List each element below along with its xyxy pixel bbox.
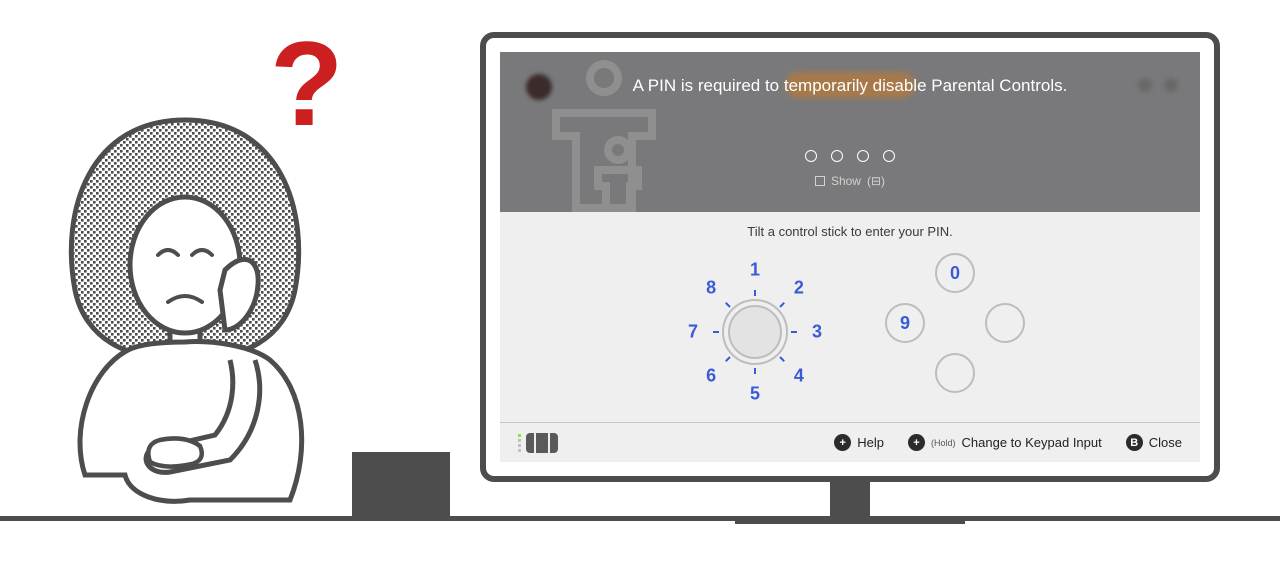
dial-number-5[interactable]: 5	[750, 384, 760, 405]
face-button-left[interactable]: 9	[885, 303, 925, 343]
close-label: Close	[1149, 435, 1182, 450]
pin-dot	[831, 150, 843, 162]
face-button-bottom[interactable]	[935, 353, 975, 393]
pin-input-panel: Tilt a control stick to enter your PIN. …	[500, 212, 1200, 462]
input-area: 1 2 3 4 5 6 7 8 0 9	[500, 247, 1200, 417]
face-button-right[interactable]	[985, 303, 1025, 343]
dial-number-6[interactable]: 6	[706, 365, 716, 386]
monitor-stand-neck	[830, 480, 870, 520]
hold-hint: (Hold)	[931, 438, 956, 448]
pin-entry-dots	[500, 150, 1200, 162]
instruction-text: Tilt a control stick to enter your PIN.	[500, 212, 1200, 239]
player-led-icon	[518, 434, 521, 452]
joycon-grip-icon	[536, 433, 548, 453]
confused-person-illustration: ?	[30, 30, 350, 520]
monitor-stand-base	[735, 520, 965, 524]
dial-number-2[interactable]: 2	[794, 278, 804, 299]
change-input-label: Change to Keypad Input	[962, 435, 1102, 450]
dial-number-1[interactable]: 1	[750, 260, 760, 281]
monitor-bezel: A PIN is required to temporarily disable…	[480, 32, 1220, 482]
dial-tick	[754, 290, 756, 296]
monitor: A PIN is required to temporarily disable…	[480, 32, 1220, 524]
show-hint: (⊟)	[867, 174, 885, 188]
pin-prompt-title: A PIN is required to temporarily disable…	[500, 52, 1200, 96]
dial-tick	[725, 302, 731, 308]
dial-tick	[754, 368, 756, 374]
show-label: Show	[831, 174, 861, 188]
change-input-button[interactable]: + (Hold) Change to Keypad Input	[908, 434, 1102, 451]
dial-tick	[725, 357, 731, 363]
help-label: Help	[857, 435, 884, 450]
close-button[interactable]: B Close	[1126, 434, 1182, 451]
controller-indicator	[518, 433, 558, 453]
b-button-icon: B	[1126, 434, 1143, 451]
dial-number-4[interactable]: 4	[794, 365, 804, 386]
control-stick-dial[interactable]: 1 2 3 4 5 6 7 8	[670, 247, 840, 417]
face-buttons: 0 9	[880, 253, 1030, 403]
dial-number-8[interactable]: 8	[706, 278, 716, 299]
pin-dot	[883, 150, 895, 162]
dial-tick	[791, 331, 797, 333]
pin-dot	[805, 150, 817, 162]
dial-tick	[780, 302, 786, 308]
question-mark-icon: ?	[270, 15, 343, 153]
footer-bar: + Help + (Hold) Change to Keypad Input B…	[500, 422, 1200, 462]
joycon-right-icon	[550, 433, 558, 453]
face-button-top[interactable]: 0	[935, 253, 975, 293]
screen-content: A PIN is required to temporarily disable…	[500, 52, 1200, 462]
show-pin-toggle[interactable]: Show (⊟)	[500, 174, 1200, 188]
dial-tick	[713, 331, 719, 333]
plus-button-icon: +	[834, 434, 851, 451]
help-button[interactable]: + Help	[834, 434, 884, 451]
dial-tick	[780, 357, 786, 363]
dial-number-7[interactable]: 7	[688, 322, 698, 343]
checkbox-icon	[815, 176, 825, 186]
console-box	[352, 452, 450, 517]
pin-header-panel: A PIN is required to temporarily disable…	[500, 52, 1200, 212]
plus-button-icon: +	[908, 434, 925, 451]
joycon-left-icon	[526, 433, 534, 453]
dial-number-3[interactable]: 3	[812, 322, 822, 343]
pin-dot	[857, 150, 869, 162]
